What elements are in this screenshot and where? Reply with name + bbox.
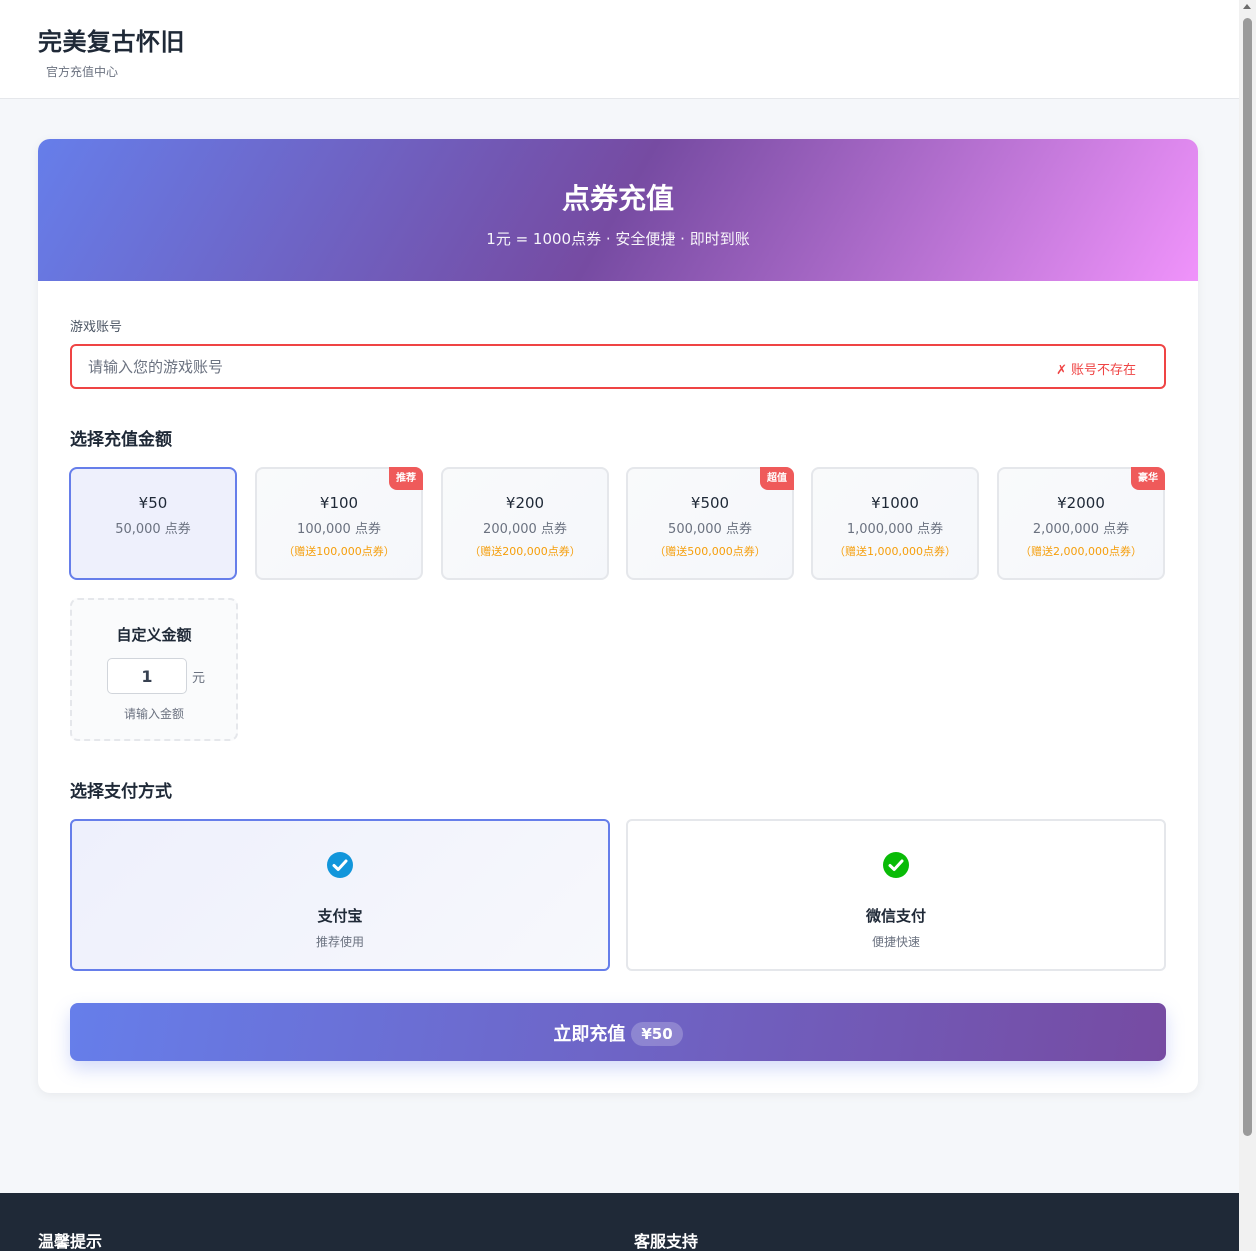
amount-points: 1,000,000 点券 (846, 522, 944, 537)
wechat-check-icon (883, 852, 909, 878)
submit-amount-badge: ¥50 (631, 1022, 683, 1046)
payment-desc: 推荐使用 (315, 935, 364, 949)
custom-amount-card[interactable]: 自定义金额 元 请输入金额 (70, 598, 238, 741)
footer-support-title: 客服支持 (634, 1232, 699, 1251)
amount-points: 2,000,000 点券 (1032, 522, 1130, 537)
amount-price: ¥50 (138, 494, 168, 512)
amount-price: ¥2000 (1057, 494, 1105, 512)
submit-recharge-button[interactable]: 立即充值 ¥50 (70, 1003, 1166, 1061)
amount-bonus: （赠送500,000点券） (654, 545, 766, 558)
scroll-up-arrow-icon[interactable] (1243, 4, 1251, 9)
account-error: ✗ 账号不存在 (1056, 359, 1136, 378)
footer-tips-title: 温馨提示 (38, 1232, 103, 1251)
brand-title: 完美复古怀旧 (38, 28, 185, 56)
payment-name: 微信支付 (865, 907, 926, 925)
amount-option-500[interactable]: 超值 ¥500 500,000 点券 （赠送500,000点券） (626, 467, 794, 580)
recommend-tag: 推荐 (389, 467, 423, 490)
amount-option-100[interactable]: 推荐 ¥100 100,000 点券 （赠送100,000点券） (255, 467, 423, 580)
amount-points: 500,000 点券 (668, 522, 752, 537)
amount-bonus: （赠送100,000点券） (283, 545, 395, 558)
amount-bonus: （赠送2,000,000点券） (1020, 545, 1142, 558)
custom-amount-input[interactable] (107, 658, 187, 694)
payment-name: 支付宝 (317, 907, 363, 925)
amount-bonus: （赠送200,000点券） (469, 545, 581, 558)
recharge-banner: 点券充值 1元 = 1000点券 · 安全便捷 · 即时到账 (38, 139, 1198, 281)
submit-label: 立即充值 (553, 1024, 626, 1045)
payment-option-alipay[interactable]: 支付宝 推荐使用 (70, 819, 610, 971)
custom-amount-hint: 请输入金额 (123, 707, 184, 721)
scrollbar-thumb[interactable] (1243, 18, 1252, 1136)
custom-amount-unit: 元 (192, 671, 206, 686)
amount-option-1000[interactable]: ¥1000 1,000,000 点券 （赠送1,000,000点券） (811, 467, 979, 580)
amount-points: 100,000 点券 (297, 522, 381, 537)
amount-price: ¥200 (505, 494, 545, 512)
value-tag: 超值 (760, 467, 794, 490)
banner-title: 点券充值 (561, 182, 674, 215)
recharge-card: 点券充值 1元 = 1000点券 · 安全便捷 · 即时到账 游戏账号 ✗账号不… (38, 139, 1198, 1093)
account-input[interactable] (88, 354, 988, 380)
amount-section-title: 选择充值金额 (70, 430, 172, 450)
page-scrollbar[interactable] (1239, 0, 1256, 1251)
amount-points: 200,000 点券 (483, 522, 567, 537)
custom-amount-title: 自定义金额 (116, 626, 192, 644)
brand-subtitle: 官方充值中心 (46, 65, 119, 79)
amount-price: ¥100 (319, 494, 359, 512)
account-error-text: 账号不存在 (1070, 363, 1136, 378)
account-field: ✗账号不存在 (70, 344, 1166, 389)
amount-price: ¥500 (690, 494, 730, 512)
site-footer: 温馨提示 客服支持 (0, 1193, 1239, 1251)
amount-option-200[interactable]: ¥200 200,000 点券 （赠送200,000点券） (441, 467, 609, 580)
amount-price: ¥1000 (871, 494, 919, 512)
luxury-tag: 豪华 (1131, 467, 1165, 490)
submit-content: 立即充值 ¥50 (70, 1020, 1166, 1046)
payment-desc: 便捷快速 (871, 935, 920, 949)
site-header: 完美复古怀旧 官方充值中心 (0, 0, 1239, 99)
payment-option-wechat[interactable]: 微信支付 便捷快速 (626, 819, 1166, 971)
error-x-icon: ✗ (1056, 363, 1067, 378)
banner-subtitle: 1元 = 1000点券 · 安全便捷 · 即时到账 (486, 230, 750, 248)
amount-bonus: （赠送1,000,000点券） (834, 545, 956, 558)
payment-section-title: 选择支付方式 (70, 782, 172, 802)
amount-option-2000[interactable]: 豪华 ¥2000 2,000,000 点券 （赠送2,000,000点券） (997, 467, 1165, 580)
amount-option-50[interactable]: ¥50 50,000 点券 (69, 467, 237, 580)
account-label: 游戏账号 (70, 320, 123, 335)
amount-points: 50,000 点券 (115, 522, 191, 537)
alipay-check-icon (327, 852, 353, 878)
